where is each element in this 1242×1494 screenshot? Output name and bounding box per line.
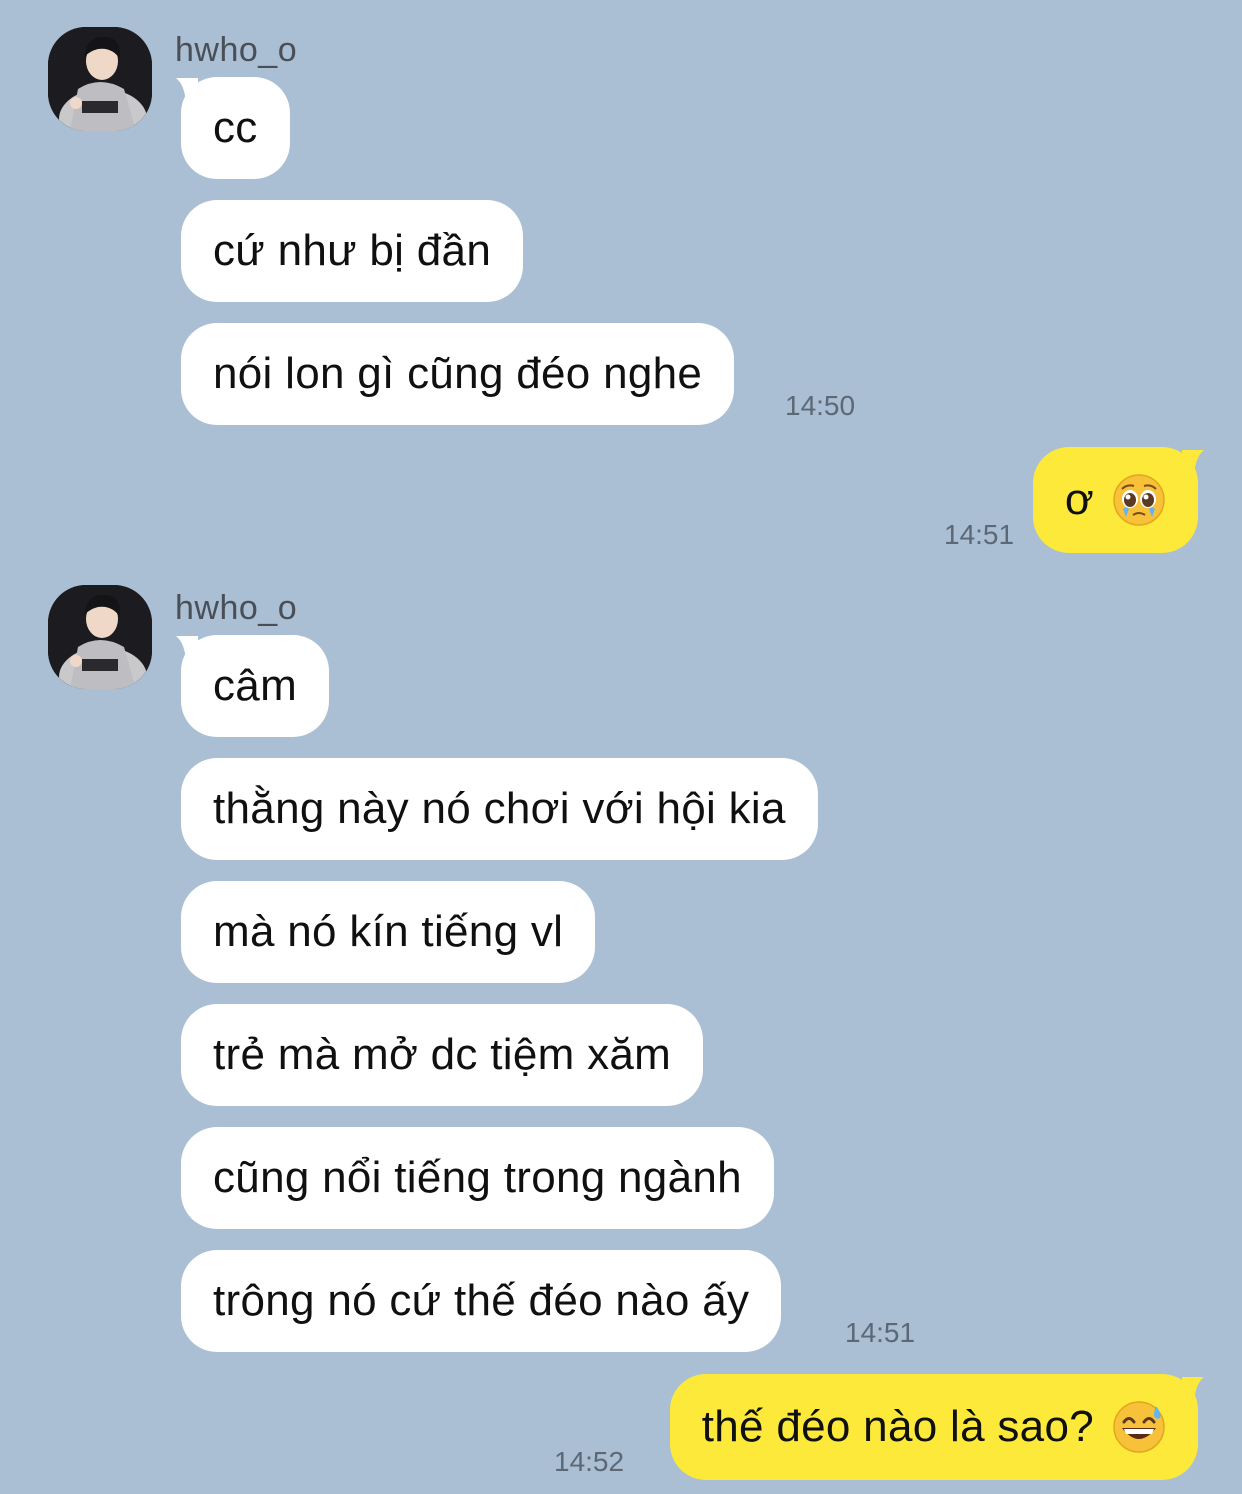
pleading-face-icon <box>1112 473 1166 527</box>
avatar[interactable] <box>48 585 152 689</box>
message-bubble[interactable]: cũng nổi tiếng trong ngành <box>181 1127 774 1229</box>
grinning-face-with-sweat-icon <box>1112 1400 1166 1454</box>
message-bubble[interactable]: thằng này nó chơi với hội kia <box>181 758 818 860</box>
message-timestamp: 14:52 <box>554 1446 625 1477</box>
message-text: trẻ mà mở dc tiệm xăm <box>213 1030 672 1079</box>
message-text: mà nó kín tiếng vl <box>213 907 564 956</box>
message-bubble[interactable]: nói lon gì cũng đéo nghe <box>181 323 735 425</box>
message-bubble-outgoing[interactable]: thế đéo nào là sao? <box>669 1374 1198 1480</box>
avatar[interactable] <box>48 27 152 131</box>
message-text: thế đéo nào là sao? <box>701 1402 1094 1451</box>
sender-name: hwho_o <box>175 31 298 69</box>
message-bubble[interactable]: trông nó cứ thế đéo nào ấy <box>181 1250 782 1352</box>
message-bubble[interactable]: cứ như bị đần <box>181 200 524 302</box>
message-text: thằng này nó chơi với hội kia <box>213 784 786 833</box>
message-bubble[interactable]: mà nó kín tiếng vl <box>181 881 596 983</box>
message-text: cũng nổi tiếng trong ngành <box>213 1153 742 1202</box>
message-text: trông nó cứ thế đéo nào ấy <box>213 1276 750 1325</box>
message-timestamp: 14:51 <box>944 519 1015 550</box>
bubble-tail <box>1182 1377 1204 1407</box>
message-text: nói lon gì cũng đéo nghe <box>213 349 703 398</box>
message-timestamp: 14:51 <box>845 1317 916 1348</box>
message-bubble[interactable]: trẻ mà mở dc tiệm xăm <box>181 1004 704 1106</box>
sender-name: hwho_o <box>175 589 298 627</box>
message-text: cc <box>213 103 258 152</box>
chat-area[interactable]: hwho_o cc cứ như bị đần nói lon gì cũng … <box>0 0 1242 1494</box>
message-timestamp: 14:50 <box>785 390 856 421</box>
message-bubble[interactable]: câm <box>181 635 330 737</box>
message-bubble-outgoing[interactable]: ơ <box>1032 447 1198 553</box>
message-text: câm <box>213 661 298 710</box>
message-bubble[interactable]: cc <box>181 77 290 179</box>
message-text: ơ <box>1064 475 1094 524</box>
message-text: cứ như bị đần <box>213 226 492 275</box>
bubble-tail <box>1182 450 1204 480</box>
